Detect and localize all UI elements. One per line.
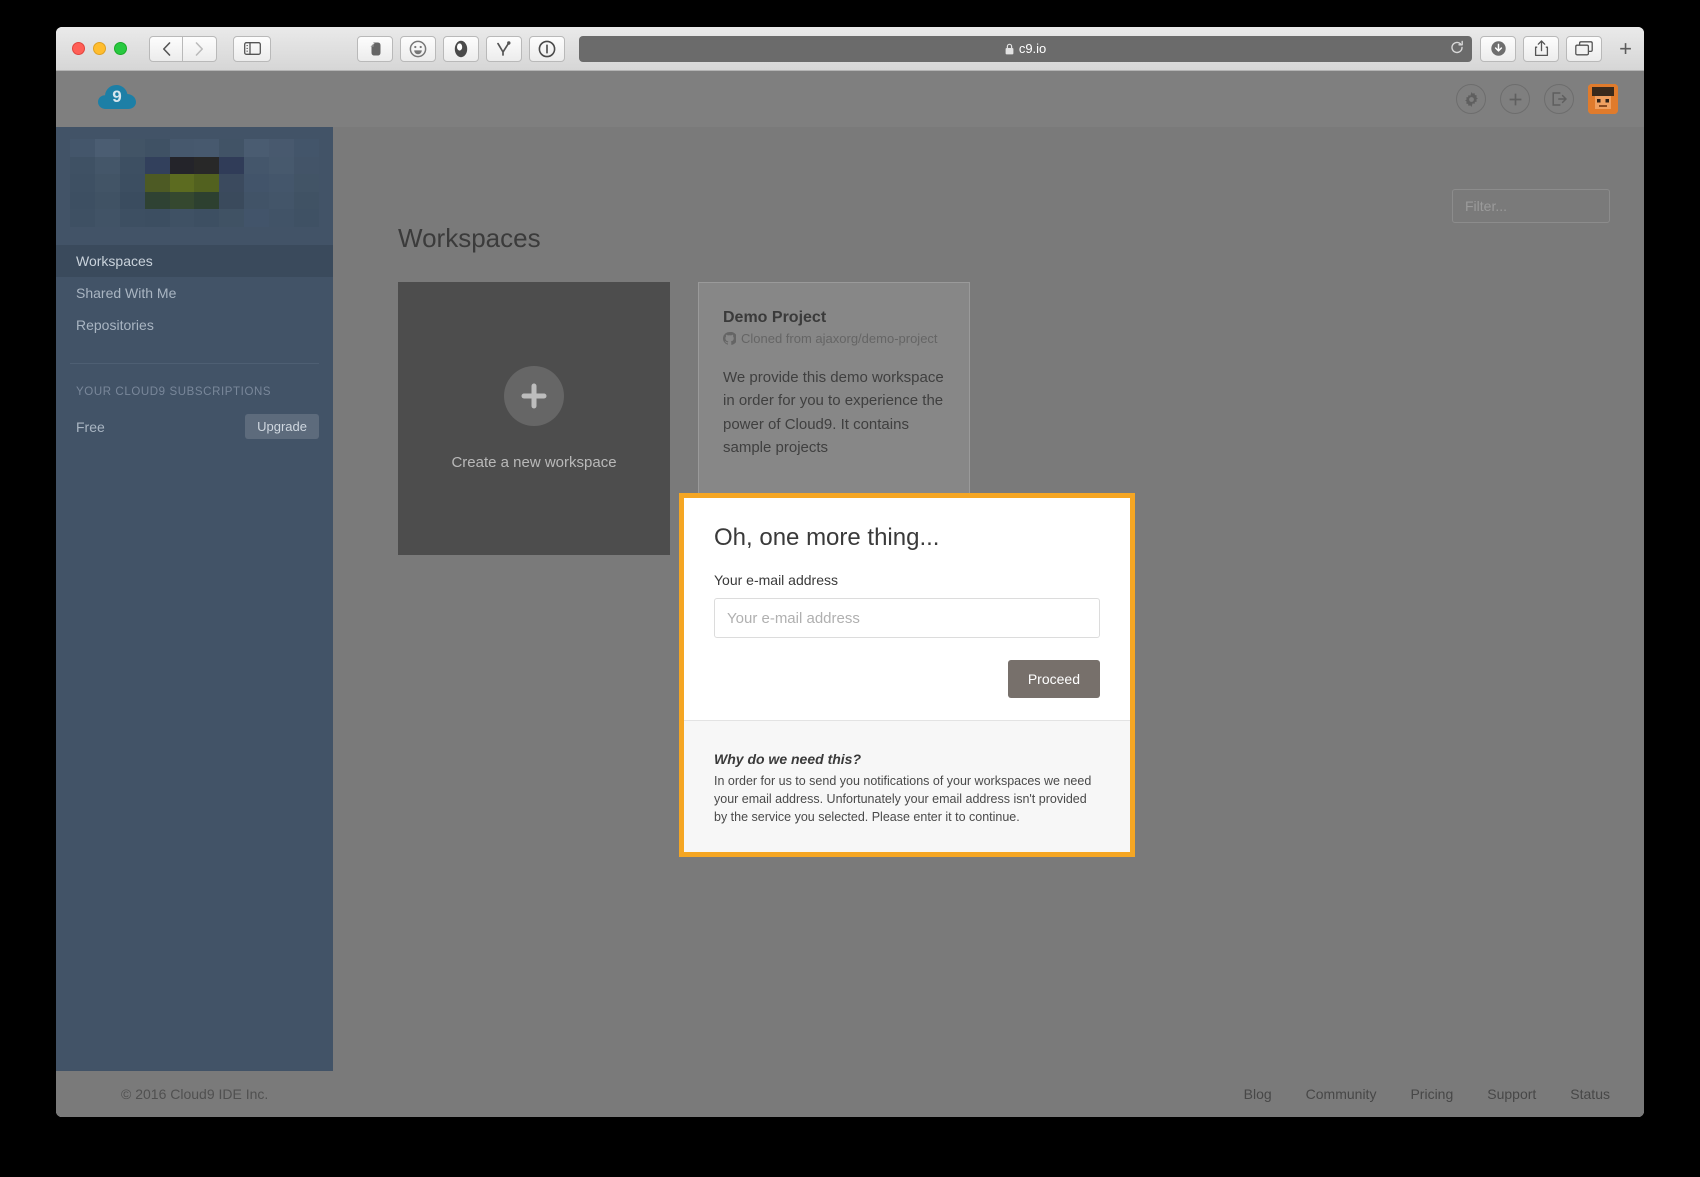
app-header: 9 — [56, 71, 1644, 127]
info-extension-icon[interactable] — [529, 35, 565, 62]
honey-extension-icon[interactable] — [486, 35, 522, 62]
user-avatar[interactable] — [1588, 84, 1618, 114]
adblock-extension-icon[interactable] — [443, 35, 479, 62]
footer-link-community[interactable]: Community — [1306, 1086, 1377, 1102]
create-workspace-label: Create a new workspace — [451, 454, 617, 471]
browser-toolbar: c9.io + — [56, 27, 1644, 71]
add-workspace-button[interactable] — [1500, 84, 1530, 114]
share-button[interactable] — [1523, 35, 1560, 62]
footer-link-blog[interactable]: Blog — [1244, 1086, 1272, 1102]
modal-actions: Proceed — [714, 660, 1100, 698]
subscriptions-heading: YOUR CLOUD9 SUBSCRIPTIONS — [76, 386, 272, 398]
demo-project-source-text: Cloned from ajaxorg/demo-project — [741, 331, 938, 346]
maximize-window-button[interactable] — [114, 42, 127, 55]
downloads-button[interactable] — [1480, 35, 1517, 62]
reload-icon — [1451, 40, 1464, 53]
why-title: Why do we need this? — [714, 751, 862, 767]
sidebar-item-label: Repositories — [76, 317, 154, 333]
header-actions — [1456, 84, 1618, 114]
email-field[interactable] — [714, 598, 1100, 638]
demo-project-source: Cloned from ajaxorg/demo-project — [723, 331, 945, 346]
filter-search-box[interactable] — [1452, 189, 1644, 223]
forward-button[interactable] — [183, 35, 217, 62]
chevron-left-icon — [162, 41, 170, 56]
upgrade-button[interactable]: Upgrade — [245, 414, 319, 439]
sidebar-item-shared-with-me[interactable]: Shared With Me — [56, 277, 333, 309]
sign-out-icon — [1552, 92, 1567, 106]
evernote-extension-icon[interactable] — [357, 35, 393, 62]
sidebar-item-label: Shared With Me — [76, 285, 177, 301]
page-title: Workspaces — [398, 223, 541, 253]
footer-link-support[interactable]: Support — [1487, 1086, 1536, 1102]
plus-icon — [1509, 93, 1521, 105]
pixel-mosaic — [70, 139, 319, 227]
avatar-image — [1588, 84, 1618, 114]
sidebar-toggle-icon — [243, 42, 261, 55]
footer-link-pricing[interactable]: Pricing — [1410, 1086, 1453, 1102]
sidebar: Workspaces Shared With Me Repositories Y… — [56, 127, 333, 1071]
footer-links: Blog Community Pricing Support Status — [1244, 1086, 1610, 1102]
demo-project-title: Demo Project — [723, 309, 827, 326]
share-icon — [1534, 40, 1548, 57]
sidebar-item-repositories[interactable]: Repositories — [56, 309, 333, 341]
demo-project-description: We provide this demo workspace in order … — [723, 369, 944, 456]
email-prompt-modal: Oh, one more thing... Your e-mail addres… — [679, 493, 1135, 858]
sign-out-button[interactable] — [1544, 84, 1574, 114]
navigation-buttons — [149, 35, 217, 62]
gear-icon — [1464, 91, 1478, 107]
extension-buttons — [357, 35, 565, 62]
footer-link-status[interactable]: Status — [1570, 1086, 1610, 1102]
browser-window: c9.io + 9 Workspaces Shared With Me Repo… — [56, 27, 1644, 1117]
current-plan-label: Free — [76, 418, 105, 435]
url-text: c9.io — [1018, 41, 1047, 56]
url-display: c9.io — [1005, 41, 1046, 56]
sidebar-item-workspaces[interactable]: Workspaces — [56, 245, 333, 277]
page-content: 9 Workspaces Shared With Me Repositories… — [56, 71, 1644, 1117]
page-footer: © 2016 Cloud9 IDE Inc. Blog Community Pr… — [56, 1071, 1644, 1117]
modal-body: Oh, one more thing... Your e-mail addres… — [684, 498, 1130, 720]
modal-explanation: Why do we need this? In order for us to … — [684, 720, 1130, 853]
filter-input[interactable] — [1465, 198, 1644, 214]
minimize-window-button[interactable] — [93, 42, 106, 55]
copyright-text: © 2016 Cloud9 IDE Inc. — [121, 1086, 269, 1102]
toolbar-right-buttons: + — [1480, 35, 1632, 62]
window-controls — [72, 42, 127, 55]
modal-title: Oh, one more thing... — [714, 524, 940, 551]
download-icon — [1490, 41, 1506, 56]
cloud9-logo[interactable]: 9 — [96, 81, 140, 118]
new-tab-button[interactable]: + — [1619, 37, 1632, 60]
lock-icon — [1005, 43, 1014, 54]
emoji-extension-icon[interactable] — [400, 35, 436, 62]
cloud9-logo-icon: 9 — [98, 84, 136, 109]
close-window-button[interactable] — [72, 42, 85, 55]
show-tabs-button[interactable] — [1566, 35, 1603, 62]
plus-icon — [504, 366, 564, 426]
sidebar-toggle-button[interactable] — [233, 35, 271, 62]
svg-text:9: 9 — [112, 87, 121, 106]
sidebar-banner-image — [70, 139, 319, 227]
subscription-row: Free Upgrade — [56, 398, 333, 439]
reload-button[interactable] — [1450, 40, 1464, 57]
show-tabs-icon — [1575, 41, 1593, 56]
settings-button[interactable] — [1456, 84, 1486, 114]
chevron-right-icon — [195, 41, 203, 56]
sidebar-item-label: Workspaces — [76, 253, 153, 269]
sidebar-nav: Workspaces Shared With Me Repositories — [56, 245, 333, 341]
email-field-label: Your e-mail address — [714, 572, 838, 588]
back-button[interactable] — [149, 35, 183, 62]
address-bar[interactable]: c9.io — [579, 35, 1473, 62]
proceed-button[interactable]: Proceed — [1007, 660, 1100, 698]
github-icon — [723, 332, 736, 345]
why-body: In order for us to send you notification… — [714, 774, 1092, 824]
create-workspace-card[interactable]: Create a new workspace — [398, 282, 670, 555]
